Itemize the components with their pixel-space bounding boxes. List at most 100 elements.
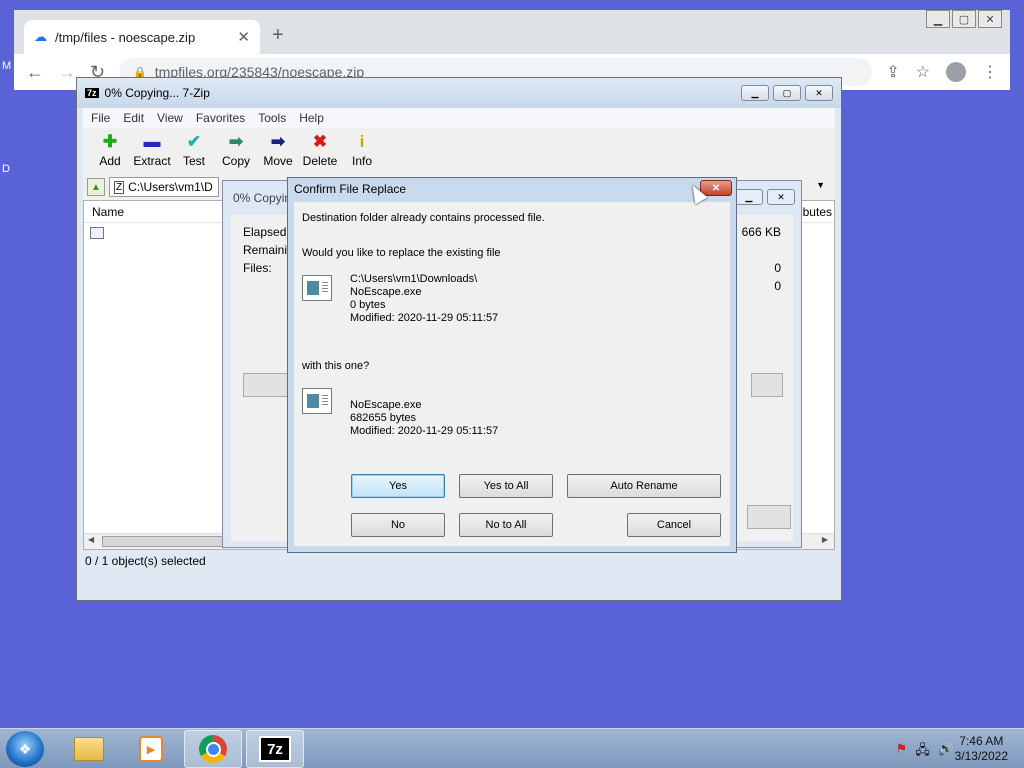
- media-player-icon: ▶: [139, 736, 163, 762]
- progress-bar: [243, 373, 293, 397]
- clock[interactable]: 7:46 AM 3/13/2022: [955, 734, 1008, 764]
- menu-edit[interactable]: Edit: [123, 111, 144, 125]
- existing-file-info: C:\Users\vm1\Downloads\ NoEscape.exe 0 b…: [350, 273, 498, 325]
- existing-name: NoEscape.exe: [350, 286, 422, 298]
- path-text: C:\Users\vm1\D: [128, 180, 213, 194]
- files-value: 0: [774, 261, 781, 275]
- copy-icon: ➡: [228, 132, 244, 151]
- move-button[interactable]: ➡ Move: [257, 128, 299, 174]
- delete-icon: ✖: [312, 132, 328, 151]
- menu-file[interactable]: File: [91, 111, 110, 125]
- test-icon: ✔: [186, 132, 202, 151]
- dialog-titlebar[interactable]: Confirm File Replace: [288, 178, 736, 200]
- incoming-modified: Modified: 2020-11-29 05:11:57: [350, 425, 499, 437]
- menu-bar: File Edit View Favorites Tools Help: [83, 108, 835, 128]
- cancel-button[interactable]: Cancel: [627, 513, 721, 537]
- existing-size: 0 bytes: [350, 299, 386, 311]
- chrome-icon: [199, 735, 227, 763]
- sevenzip-titlebar[interactable]: 7z 0% Copying... 7-Zip ▁ ▢ ✕: [77, 78, 841, 108]
- minimize-icon[interactable]: ▁: [735, 189, 763, 205]
- add-label: Add: [99, 154, 121, 168]
- zip-toolbar: ✚ Add ▬ Extract ✔ Test ➡ Copy ➡ Move ✖ Delete …: [83, 128, 835, 174]
- desktop-icon-label: M: [2, 60, 12, 72]
- incoming-name: NoEscape.exe: [350, 399, 422, 411]
- browser-tab[interactable]: ☁ /tmp/files - noescape.zip ✕: [24, 20, 260, 54]
- tab-title: /tmp/files - noescape.zip: [55, 29, 196, 45]
- scroll-right-icon[interactable]: ▶: [822, 535, 828, 544]
- no-button[interactable]: No: [351, 513, 445, 537]
- folder-up-icon[interactable]: ▲: [87, 178, 105, 196]
- clock-time: 7:46 AM: [959, 734, 1004, 748]
- archive-icon: Z: [114, 180, 125, 194]
- status-text: 0 / 1 object(s) selected: [85, 554, 206, 568]
- scroll-left-icon[interactable]: ◀: [88, 535, 94, 544]
- test-label: Test: [182, 154, 205, 168]
- add-icon: ✚: [102, 132, 118, 151]
- menu-favorites[interactable]: Favorites: [196, 111, 245, 125]
- minimize-icon[interactable]: ▁: [741, 85, 769, 101]
- files-label: Files:: [243, 261, 272, 275]
- folder-icon: [74, 737, 104, 761]
- volume-icon[interactable]: 🔊: [938, 741, 954, 763]
- yes-button[interactable]: Yes: [351, 474, 445, 498]
- message-line-2: Would you like to replace the existing f…: [302, 247, 501, 259]
- extract-icon: ▬: [143, 132, 161, 151]
- maximize-icon[interactable]: ▢: [952, 10, 976, 28]
- delete-button[interactable]: ✖ Delete: [299, 128, 341, 174]
- incoming-file-info: NoEscape.exe 682655 bytes Modified: 2020…: [350, 399, 498, 438]
- maximize-icon[interactable]: ▢: [773, 85, 801, 101]
- profile-avatar-icon[interactable]: [946, 62, 966, 82]
- incoming-size: 682655 bytes: [350, 412, 417, 424]
- dialog-body: Destination folder already contains proc…: [294, 202, 730, 546]
- copy-button[interactable]: ➡ Copy: [215, 128, 257, 174]
- new-tab-button[interactable]: +: [272, 24, 284, 47]
- close-icon[interactable]: ✕: [805, 85, 833, 101]
- clock-date: 3/13/2022: [954, 749, 1008, 763]
- add-button[interactable]: ✚ Add: [89, 128, 131, 174]
- system-tray: ⚑ 🖧 🔊: [896, 741, 954, 763]
- action-center-flag-icon[interactable]: ⚑: [896, 741, 908, 763]
- progress-bar: [751, 373, 783, 397]
- taskbar-explorer[interactable]: [60, 730, 118, 768]
- with-this-one-text: with this one?: [302, 360, 370, 372]
- sevenzip-icon: 7z: [259, 736, 291, 762]
- taskbar-media-player[interactable]: ▶: [122, 730, 180, 768]
- back-icon[interactable]: ←: [26, 62, 44, 83]
- second-value: 0: [774, 279, 781, 293]
- menu-tools[interactable]: Tools: [258, 111, 286, 125]
- file-row-icon[interactable]: [90, 227, 104, 239]
- network-icon[interactable]: 🖧: [915, 741, 930, 763]
- star-icon[interactable]: ☆: [916, 62, 930, 82]
- move-label: Move: [263, 154, 293, 168]
- message-line-1: Destination folder already contains proc…: [302, 212, 545, 224]
- extract-button[interactable]: ▬ Extract: [131, 128, 173, 174]
- copy-label: Copy: [221, 154, 250, 168]
- chevron-down-icon[interactable]: ▼: [816, 180, 825, 190]
- path-input[interactable]: Z C:\Users\vm1\D: [109, 177, 219, 197]
- info-label: Info: [351, 154, 372, 168]
- dialog-title: Confirm File Replace: [294, 182, 407, 196]
- share-icon[interactable]: ⇪: [886, 62, 899, 82]
- close-icon[interactable]: ✕: [978, 10, 1002, 28]
- taskbar-7zip[interactable]: 7z: [246, 730, 304, 768]
- taskbar-chrome[interactable]: [184, 730, 242, 768]
- forward-icon[interactable]: →: [58, 62, 76, 83]
- size-value: 666 KB: [741, 225, 781, 239]
- existing-path: C:\Users\vm1\Downloads\: [350, 273, 478, 285]
- window-title: 0% Copying... 7-Zip: [104, 86, 210, 100]
- progress-button[interactable]: [747, 505, 791, 529]
- existing-modified: Modified: 2020-11-29 05:11:57: [350, 312, 499, 324]
- minimize-icon[interactable]: ▁: [926, 10, 950, 28]
- auto-rename-button[interactable]: Auto Rename: [567, 474, 721, 498]
- menu-dots-icon[interactable]: ⋮: [982, 62, 998, 82]
- desktop-icon-label: D: [2, 163, 10, 175]
- close-icon[interactable]: ✕: [767, 189, 795, 205]
- start-button[interactable]: ❖: [6, 731, 44, 767]
- info-button[interactable]: i Info: [341, 128, 383, 174]
- tab-close-icon[interactable]: ✕: [237, 28, 250, 46]
- menu-view[interactable]: View: [157, 111, 183, 125]
- test-button[interactable]: ✔ Test: [173, 128, 215, 174]
- yes-to-all-button[interactable]: Yes to All: [459, 474, 553, 498]
- menu-help[interactable]: Help: [299, 111, 324, 125]
- no-to-all-button[interactable]: No to All: [459, 513, 553, 537]
